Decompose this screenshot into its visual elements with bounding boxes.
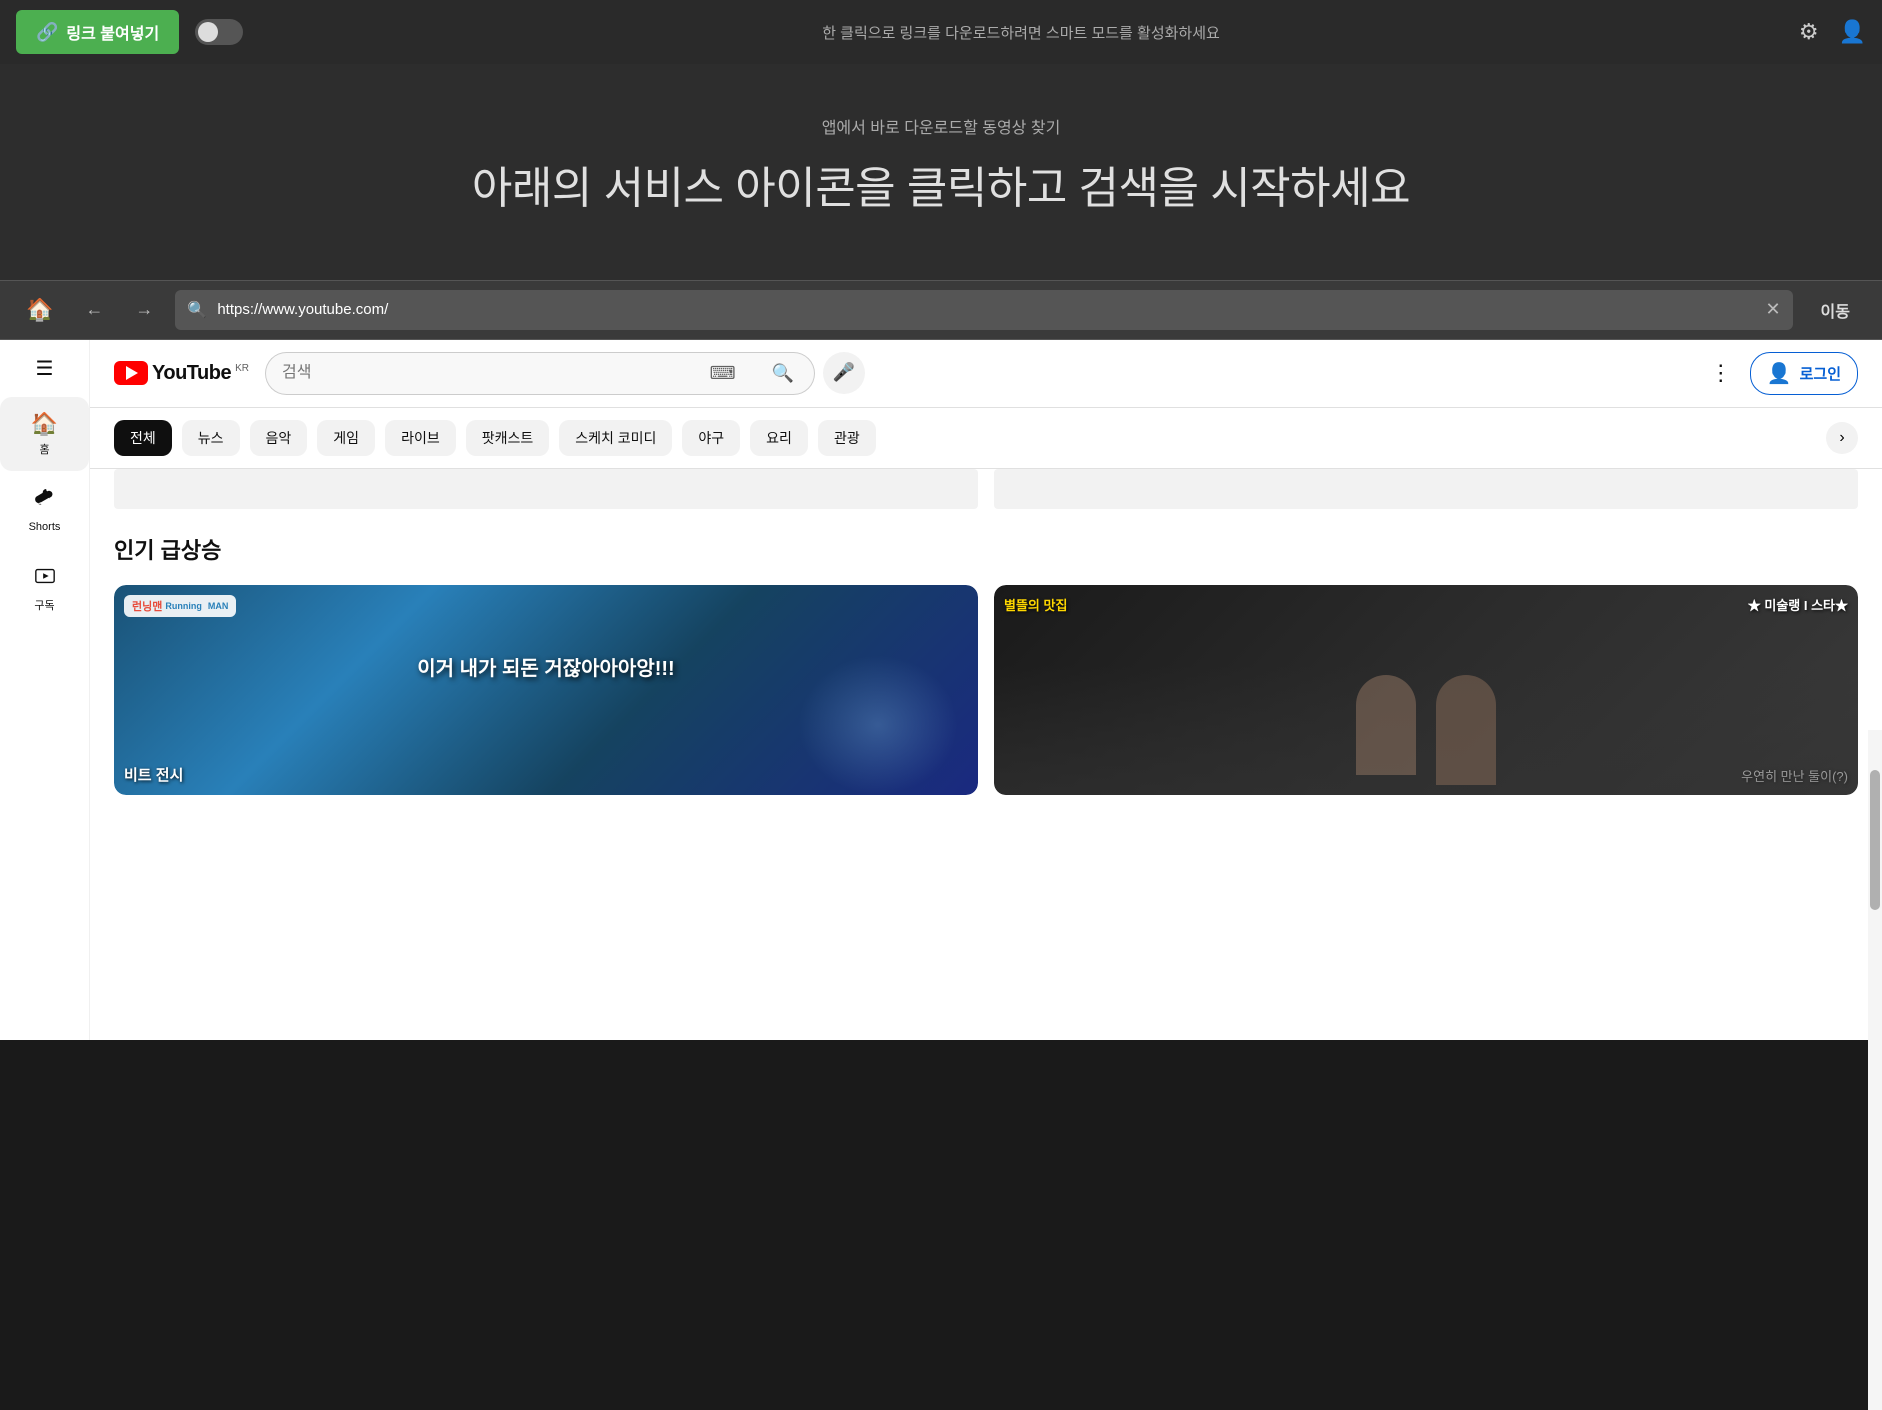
youtube-content: 인기 급상승 런닝맨 Running MAN xyxy=(90,509,1882,795)
filter-music[interactable]: 음악 xyxy=(250,420,308,456)
thumbnail-center-text: 이거 내가 되돈 거잖아아아앙!!! xyxy=(200,656,891,682)
hero-subtitle: 앱에서 바로 다운로드할 동영상 찾기 xyxy=(20,114,1862,138)
url-bar: 🔍 ✕ xyxy=(175,290,1792,330)
hero-title: 아래의 서비스 아이콘을 클릭하고 검색을 시작하세요 xyxy=(20,158,1862,220)
filter-sketch[interactable]: 스케치 코미디 xyxy=(559,420,672,456)
header-right-actions: ⋮ 👤 로그인 xyxy=(1704,352,1858,395)
youtube-logo[interactable]: YouTube KR xyxy=(114,361,249,385)
browser-bar: 🏠 ← → 🔍 ✕ 이동 xyxy=(0,280,1882,340)
youtube-search-bar: ⌨ 🔍 🎤 xyxy=(265,352,865,395)
thumbnail-people xyxy=(798,655,958,795)
filter-news[interactable]: 뉴스 xyxy=(182,420,240,456)
link-icon: 🔗 xyxy=(36,22,58,43)
thumb2-top-right: ★ 미술랭 I 스타★ xyxy=(1748,595,1848,614)
video-thumbnail-2: 별뜰의 맛집 ★ 미술랭 I 스타★ 우연히 만난 둘이(?) xyxy=(994,585,1858,795)
sidebar-item-subscriptions[interactable]: 구독 xyxy=(0,551,89,627)
video-card-2[interactable]: 별뜰의 맛집 ★ 미술랭 I 스타★ 우연히 만난 둘이(?) xyxy=(994,585,1858,795)
search-input-wrapper: ⌨ xyxy=(265,352,752,395)
search-input[interactable] xyxy=(282,364,710,382)
back-button[interactable]: ← xyxy=(75,293,113,326)
hero-section: 앱에서 바로 다운로드할 동영상 찾기 아래의 서비스 아이콘을 클릭하고 검색… xyxy=(0,64,1882,280)
account-circle-icon: 👤 xyxy=(1767,361,1792,386)
youtube-logo-text: YouTube xyxy=(152,362,231,385)
top-bar-actions: ⚙ 👤 xyxy=(1799,19,1866,45)
url-search-icon: 🔍 xyxy=(187,300,207,320)
paste-link-button[interactable]: 🔗 링크 붙여넣기 xyxy=(16,10,179,54)
more-options-button[interactable]: ⋮ xyxy=(1704,354,1738,392)
filter-cooking[interactable]: 요리 xyxy=(750,420,808,456)
thumbnail-badge: 런닝맨 Running MAN xyxy=(124,595,236,617)
home-icon: 🏠 xyxy=(31,411,58,437)
trending-title: 인기 급상승 xyxy=(114,533,1858,565)
go-button[interactable]: 이동 xyxy=(1805,292,1866,328)
youtube-sidebar: ☰ 🏠 홈 Shorts 구독 xyxy=(0,340,90,1040)
video-thumbnail-1: 런닝맨 Running MAN 이거 내가 되돈 거잖아아아앙!!! 비트 전시 xyxy=(114,585,978,795)
filter-all[interactable]: 전체 xyxy=(114,420,172,456)
home-button[interactable]: 🏠 xyxy=(16,291,63,329)
search-button[interactable]: 🔍 xyxy=(752,352,815,395)
filter-podcast[interactable]: 팟캐스트 xyxy=(466,420,550,456)
toggle-knob xyxy=(198,22,218,42)
youtube-header: YouTube KR ⌨ 🔍 🎤 ⋮ 👤 로그인 xyxy=(90,340,1882,408)
subscriptions-label: 구독 xyxy=(34,597,54,613)
thumbnail-bottom-text: 비트 전시 xyxy=(124,764,183,785)
youtube-logo-icon xyxy=(114,361,148,385)
video-grid: 런닝맨 Running MAN 이거 내가 되돈 거잖아아아앙!!! 비트 전시 xyxy=(114,585,1858,795)
subscriptions-icon xyxy=(34,565,56,593)
home-label: 홈 xyxy=(39,441,49,457)
play-triangle xyxy=(126,366,138,380)
profile-icon[interactable]: 👤 xyxy=(1839,19,1866,45)
running-man-badge: 런닝맨 Running MAN xyxy=(124,595,236,617)
settings-icon[interactable]: ⚙ xyxy=(1799,19,1819,45)
video-card-1[interactable]: 런닝맨 Running MAN 이거 내가 되돈 거잖아아아앙!!! 비트 전시 xyxy=(114,585,978,795)
youtube-region: KR xyxy=(235,363,249,374)
filter-row: 전체 뉴스 음악 게임 라이브 팟캐스트 스케치 코미디 야구 요리 관광 › xyxy=(90,408,1882,469)
sidebar-item-home[interactable]: 🏠 홈 xyxy=(0,397,89,471)
toggle-switch[interactable] xyxy=(195,19,243,45)
menu-button[interactable]: ☰ xyxy=(30,350,60,387)
login-label: 로그인 xyxy=(1800,363,1841,384)
thumb2-top-left: 별뜰의 맛집 xyxy=(1004,595,1067,614)
partial-top-row xyxy=(90,469,1882,509)
shorts-label: Shorts xyxy=(29,521,61,533)
youtube-main: YouTube KR ⌨ 🔍 🎤 ⋮ 👤 로그인 전체 xyxy=(90,340,1882,1040)
sidebar-item-shorts[interactable]: Shorts xyxy=(0,475,89,547)
login-button[interactable]: 👤 로그인 xyxy=(1750,352,1858,395)
filter-next-arrow[interactable]: › xyxy=(1826,422,1858,454)
smart-mode-toggle[interactable] xyxy=(195,19,243,45)
microphone-button[interactable]: 🎤 xyxy=(823,352,865,394)
filter-baseball[interactable]: 야구 xyxy=(682,420,740,456)
forward-button[interactable]: → xyxy=(125,293,163,326)
filter-games[interactable]: 게임 xyxy=(317,420,375,456)
top-bar-description: 한 클릭으로 링크를 다운로드하려면 스마트 모드를 활성화하세요 xyxy=(259,22,1783,43)
keyboard-icon[interactable]: ⌨ xyxy=(710,363,736,384)
top-bar: 🔗 링크 붙여넣기 한 클릭으로 링크를 다운로드하려면 스마트 모드를 활성화… xyxy=(0,0,1882,64)
filter-live[interactable]: 라이브 xyxy=(385,420,456,456)
url-clear-button[interactable]: ✕ xyxy=(1765,299,1780,320)
scrollbar-thumb[interactable] xyxy=(1870,770,1880,910)
youtube-container: ☰ 🏠 홈 Shorts 구독 xyxy=(0,340,1882,1040)
shorts-icon xyxy=(34,489,56,517)
filter-travel[interactable]: 관광 xyxy=(818,420,876,456)
url-input[interactable] xyxy=(217,301,1755,318)
thumb2-people xyxy=(1356,675,1496,785)
